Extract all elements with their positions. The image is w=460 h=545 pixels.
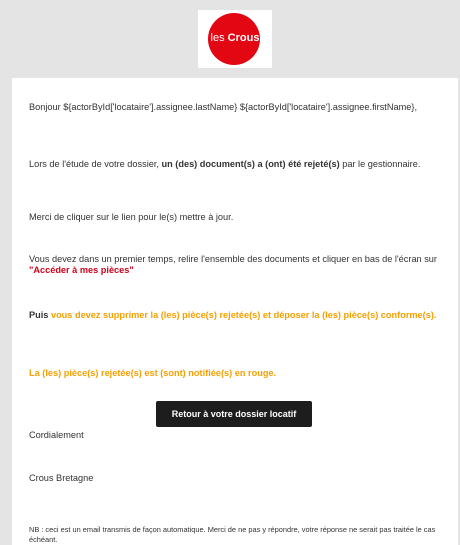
paragraph-rejected-documents: Lors de l'étude de votre dossier, un (de… [29,159,449,170]
p1-bold: un (des) document(s) a (ont) été rejeté(… [161,159,340,169]
p3-text: Vous devez dans un premier temps, relire… [29,254,437,264]
p4-orange: vous devez supprimer la (les) pièce(s) r… [48,310,437,320]
email-body: Bonjour ${actorById['locataire'].assigne… [12,78,458,545]
p1-after: par le gestionnaire. [339,159,421,169]
nb-notice: NB : ceci est un email transmis de façon… [29,525,436,544]
paragraph-instructions: Vous devez dans un premier temps, relire… [29,254,449,276]
logo-prefix: les [210,32,228,44]
logo-name: Crous [227,32,260,44]
paragraph-then: Puis vous devez supprimer la (les) pièce… [29,310,449,321]
email-header: les Crous [12,0,458,78]
email-frame: les Crous Bonjour ${actorById['locataire… [0,0,460,545]
closing: Cordialement [29,430,84,440]
greeting: Bonjour ${actorById['locataire'].assigne… [29,102,417,112]
paragraph-red-notice: La (les) pièce(s) rejetée(s) est (sont) … [29,368,277,378]
signature: Crous Bretagne [29,473,94,483]
p1-text: Lors de l'étude de votre dossier, [29,159,162,169]
logo-text: les Crous [198,31,272,45]
paragraph-click-link: Merci de cliquer sur le lien pour le(s) … [29,212,234,222]
acceder-pieces-link[interactable]: "Accéder à mes pièces" [29,265,134,275]
return-dossier-button[interactable]: Retour à votre dossier locatif [156,401,312,427]
p4-bold: Puis [29,310,49,320]
crous-logo: les Crous [198,10,272,68]
